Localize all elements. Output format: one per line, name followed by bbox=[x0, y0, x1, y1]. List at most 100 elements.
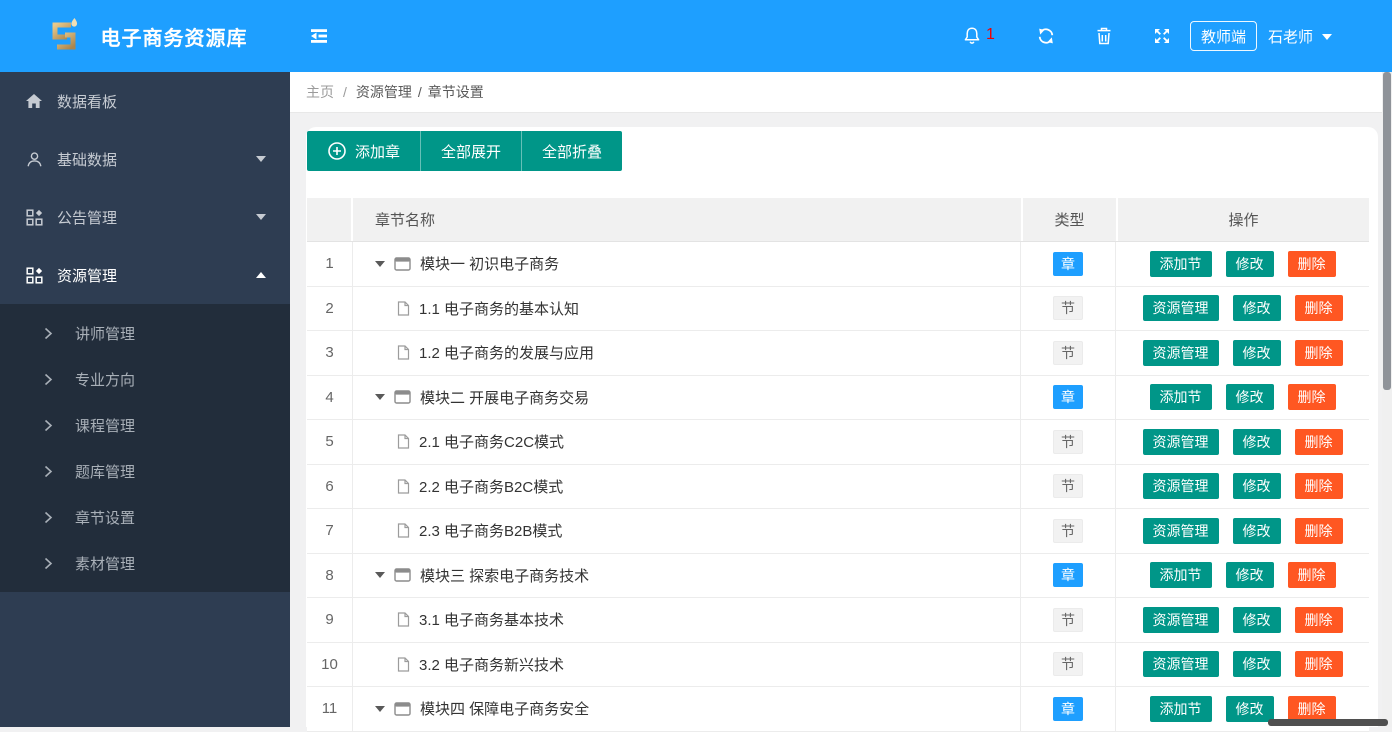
notification-count: 1 bbox=[986, 26, 995, 43]
sidebar-item-announcement-mgmt[interactable]: 公告管理 bbox=[0, 188, 290, 246]
submenu-item[interactable]: 题库管理 bbox=[0, 448, 290, 494]
logo-icon bbox=[52, 18, 77, 50]
add-section-button[interactable]: 添加节 bbox=[1149, 250, 1212, 277]
edit-button[interactable]: 修改 bbox=[1232, 517, 1281, 544]
resource-manage-button[interactable]: 资源管理 bbox=[1142, 339, 1219, 366]
edit-button[interactable]: 修改 bbox=[1232, 339, 1281, 366]
app-title: 电子商务资源库 bbox=[100, 27, 248, 50]
caret-down-icon[interactable] bbox=[375, 705, 385, 712]
delete-button[interactable]: 删除 bbox=[1287, 562, 1336, 589]
resource-manage-button[interactable]: 资源管理 bbox=[1142, 295, 1219, 322]
row-type-cell: 章 bbox=[1021, 375, 1116, 419]
fullscreen-button[interactable] bbox=[1152, 26, 1172, 50]
chapter-table: 章节名称 类型 操作 1 模块一 初识电子商务 章 添加节 修改 删除 2 1.… bbox=[307, 198, 1369, 732]
edit-button[interactable]: 修改 bbox=[1232, 428, 1281, 455]
submenu-item[interactable]: 课程管理 bbox=[0, 402, 290, 448]
trash-button[interactable] bbox=[1095, 26, 1113, 50]
row-type-cell: 节 bbox=[1021, 420, 1116, 464]
edit-button[interactable]: 修改 bbox=[1225, 562, 1274, 589]
row-title: 模块一 初识电子商务 bbox=[420, 256, 560, 274]
sidebar-item-basic-data[interactable]: 基础数据 bbox=[0, 130, 290, 188]
add-section-button[interactable]: 添加节 bbox=[1149, 562, 1212, 589]
edit-button[interactable]: 修改 bbox=[1232, 295, 1281, 322]
chevron-right-icon bbox=[44, 557, 53, 570]
caret-down-icon[interactable] bbox=[375, 394, 385, 401]
user-icon bbox=[25, 151, 43, 168]
row-title: 2.2 电子商务B2C模式 bbox=[419, 478, 564, 496]
vertical-scrollbar-thumb[interactable] bbox=[1383, 72, 1391, 390]
row-name-cell: 模块三 探索电子商务技术 bbox=[353, 553, 1021, 597]
edit-button[interactable]: 修改 bbox=[1225, 695, 1274, 722]
resource-manage-button[interactable]: 资源管理 bbox=[1142, 517, 1219, 544]
submenu-item[interactable]: 专业方向 bbox=[0, 356, 290, 402]
edit-button[interactable]: 修改 bbox=[1232, 606, 1281, 633]
row-index: 3 bbox=[307, 331, 353, 375]
refresh-button[interactable] bbox=[1036, 26, 1056, 50]
sidebar-item-data-dashboard[interactable]: 数据看板 bbox=[0, 72, 290, 130]
row-name-cell: 模块四 保障电子商务安全 bbox=[353, 687, 1021, 731]
expand-all-button[interactable]: 全部展开 bbox=[420, 131, 522, 171]
caret-down-icon[interactable] bbox=[375, 572, 385, 579]
row-index: 1 bbox=[307, 242, 353, 286]
resource-manage-button[interactable]: 资源管理 bbox=[1142, 473, 1219, 500]
delete-button[interactable]: 删除 bbox=[1287, 250, 1336, 277]
delete-button[interactable]: 删除 bbox=[1294, 651, 1343, 678]
delete-button[interactable]: 删除 bbox=[1294, 339, 1343, 366]
add-section-button[interactable]: 添加节 bbox=[1149, 384, 1212, 411]
breadcrumb-home[interactable]: 主页 bbox=[306, 82, 334, 102]
submenu-item-label: 专业方向 bbox=[75, 371, 136, 389]
table-row: 5 2.1 电子商务C2C模式 节 资源管理 修改 删除 bbox=[307, 420, 1369, 465]
caret-down-icon[interactable] bbox=[375, 260, 385, 267]
collapse-all-button[interactable]: 全部折叠 bbox=[521, 131, 623, 171]
user-menu[interactable]: 石老师 bbox=[1268, 26, 1333, 47]
edit-button[interactable]: 修改 bbox=[1232, 651, 1281, 678]
chevron-right-icon bbox=[44, 465, 53, 478]
section-file-icon bbox=[397, 523, 410, 538]
submenu-item[interactable]: 章节设置 bbox=[0, 494, 290, 540]
role-badge[interactable]: 教师端 bbox=[1190, 21, 1258, 51]
resource-manage-button[interactable]: 资源管理 bbox=[1142, 606, 1219, 633]
delete-button[interactable]: 删除 bbox=[1287, 695, 1336, 722]
caret-down-icon bbox=[1322, 33, 1333, 40]
row-name-cell: 3.1 电子商务基本技术 bbox=[353, 598, 1021, 642]
row-index: 9 bbox=[307, 598, 353, 642]
breadcrumb-resource-mgmt: 资源管理 bbox=[355, 84, 412, 100]
toolbar: 添加章 全部展开 全部折叠 bbox=[307, 131, 623, 171]
delete-button[interactable]: 删除 bbox=[1294, 517, 1343, 544]
breadcrumb-current-page: 章节设置 bbox=[427, 84, 484, 100]
horizontal-scrollbar-thumb[interactable] bbox=[1268, 719, 1388, 726]
submenu-item[interactable]: 素材管理 bbox=[0, 540, 290, 586]
chapter-window-icon bbox=[394, 702, 411, 716]
row-index: 7 bbox=[307, 509, 353, 553]
type-badge: 章 bbox=[1053, 385, 1083, 410]
row-actions-cell: 资源管理 修改 删除 bbox=[1116, 509, 1369, 553]
sidebar-submenu: 讲师管理 专业方向 课程管理 题库管理 章节设置 素材管理 bbox=[0, 304, 290, 592]
apps-icon bbox=[25, 208, 43, 226]
delete-button[interactable]: 删除 bbox=[1294, 428, 1343, 455]
edit-button[interactable]: 修改 bbox=[1225, 250, 1274, 277]
delete-button[interactable]: 删除 bbox=[1294, 606, 1343, 633]
row-actions-cell: 资源管理 修改 删除 bbox=[1116, 465, 1369, 509]
row-actions-cell: 资源管理 修改 删除 bbox=[1116, 331, 1369, 375]
add-section-button[interactable]: 添加节 bbox=[1149, 695, 1212, 722]
edit-button[interactable]: 修改 bbox=[1225, 384, 1274, 411]
notifications-button[interactable] bbox=[962, 26, 982, 50]
type-badge: 章 bbox=[1053, 251, 1083, 276]
row-name-cell: 2.3 电子商务B2B模式 bbox=[353, 509, 1021, 553]
delete-button[interactable]: 删除 bbox=[1294, 473, 1343, 500]
row-type-cell: 节 bbox=[1021, 642, 1116, 686]
add-chapter-button[interactable]: 添加章 bbox=[307, 131, 421, 171]
collapse-menu-button[interactable] bbox=[308, 27, 330, 49]
sidebar-item-resource-mgmt[interactable]: 资源管理 bbox=[0, 246, 290, 304]
submenu-item-label: 题库管理 bbox=[75, 463, 136, 481]
row-title: 模块二 开展电子商务交易 bbox=[420, 389, 590, 407]
row-name-cell: 模块一 初识电子商务 bbox=[353, 242, 1021, 286]
delete-button[interactable]: 删除 bbox=[1287, 384, 1336, 411]
resource-manage-button[interactable]: 资源管理 bbox=[1142, 428, 1219, 455]
submenu-item[interactable]: 讲师管理 bbox=[0, 310, 290, 356]
edit-button[interactable]: 修改 bbox=[1232, 473, 1281, 500]
section-file-icon bbox=[397, 434, 410, 449]
resource-manage-button[interactable]: 资源管理 bbox=[1142, 651, 1219, 678]
submenu-item-label: 素材管理 bbox=[75, 555, 136, 573]
delete-button[interactable]: 删除 bbox=[1294, 295, 1343, 322]
